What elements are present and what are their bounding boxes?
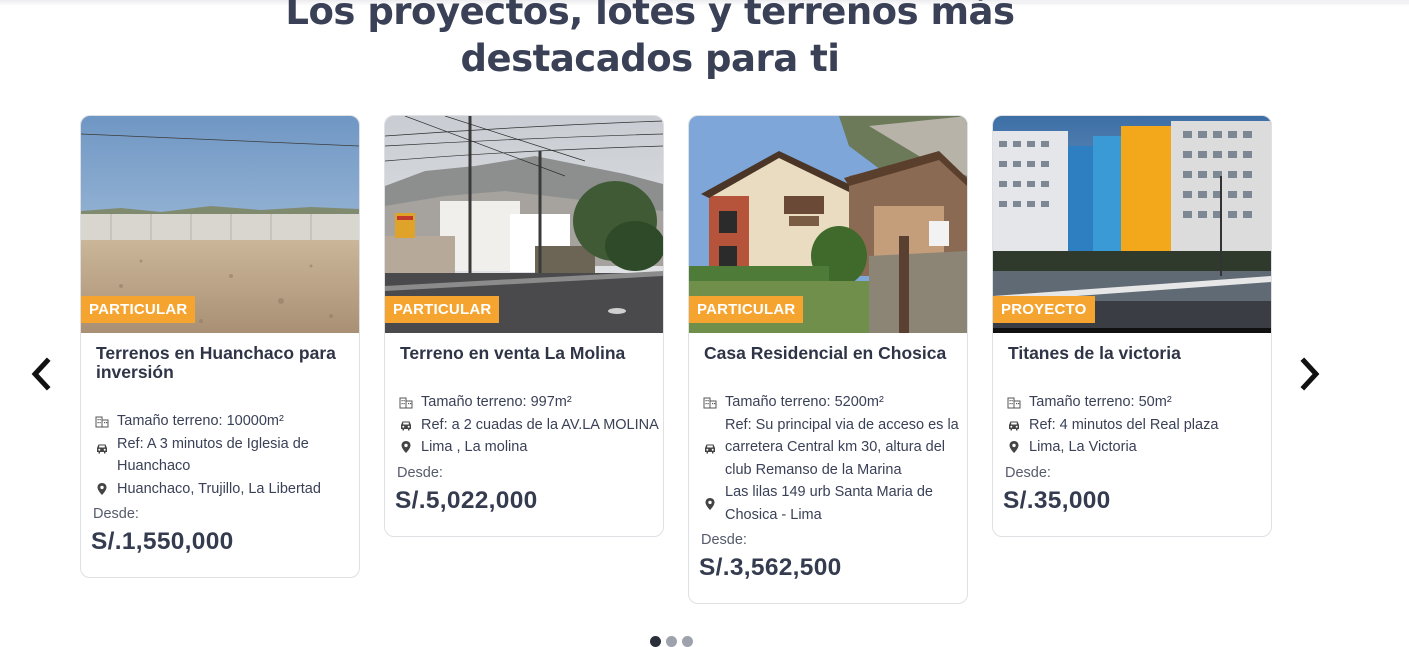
car-icon bbox=[95, 437, 117, 459]
chevron-left-icon bbox=[31, 357, 51, 391]
reference: Ref: 4 minutos del Real plaza bbox=[1029, 416, 1219, 433]
car-icon bbox=[703, 437, 725, 459]
map-pin-icon bbox=[95, 478, 117, 500]
reference: Ref: Su principal via de acceso es la ca… bbox=[725, 416, 959, 478]
land-size: Tamaño terreno: 10000m² bbox=[117, 413, 284, 429]
property-photo[interactable]: PARTICULAR bbox=[385, 116, 663, 333]
property-card[interactable]: PARTICULAR Casa Residencial en Chosica T… bbox=[688, 115, 968, 604]
land-size: Tamaño terreno: 5200m² bbox=[725, 394, 884, 410]
price-from-label: Desde: bbox=[1005, 465, 1051, 481]
building-icon bbox=[399, 391, 421, 413]
property-price: S/.3,562,500 bbox=[699, 554, 842, 581]
building-icon bbox=[95, 410, 117, 432]
reference: Ref: a 2 cuadas de la AV.LA MOLINA bbox=[421, 416, 659, 433]
property-features: Tamaño terreno: 5200m² Ref: Su principal… bbox=[703, 391, 965, 526]
property-photo[interactable]: PARTICULAR bbox=[689, 116, 967, 333]
property-features: Tamaño terreno: 50m² Ref: 4 minutos del … bbox=[1007, 391, 1269, 459]
property-title[interactable]: Terrenos en Huanchaco para inversión bbox=[96, 344, 351, 382]
listing-type-badge: PROYECTO bbox=[993, 296, 1095, 323]
building-icon bbox=[1007, 391, 1029, 413]
carousel-pagination bbox=[650, 636, 693, 647]
location: Las lilas 149 urb Santa Maria de Chosica… bbox=[725, 484, 933, 523]
pagination-dot[interactable] bbox=[650, 636, 661, 647]
property-title[interactable]: Titanes de la victoria bbox=[1008, 344, 1263, 363]
price-from-label: Desde: bbox=[93, 506, 139, 522]
price-from-label: Desde: bbox=[701, 532, 747, 548]
land-size: Tamaño terreno: 50m² bbox=[1029, 394, 1172, 410]
property-price: S/.5,022,000 bbox=[395, 487, 538, 514]
car-icon bbox=[1007, 414, 1029, 436]
property-photo[interactable]: PARTICULAR bbox=[81, 116, 359, 333]
land-size: Tamaño terreno: 997m² bbox=[421, 394, 572, 410]
location: Huanchaco, Trujillo, La Libertad bbox=[117, 480, 321, 497]
property-title[interactable]: Casa Residencial en Chosica bbox=[704, 344, 959, 363]
property-card[interactable]: PARTICULAR Terreno en venta La Molina Ta… bbox=[384, 115, 664, 537]
carousel-next-button[interactable] bbox=[1290, 354, 1330, 394]
map-pin-icon bbox=[1007, 436, 1029, 458]
pagination-dot[interactable] bbox=[682, 636, 693, 647]
listing-type-badge: PARTICULAR bbox=[81, 296, 196, 323]
pagination-dot[interactable] bbox=[666, 636, 677, 647]
property-title[interactable]: Terreno en venta La Molina bbox=[400, 344, 655, 363]
car-icon bbox=[399, 414, 421, 436]
section-title: Los proyectos, lotes y terrenos más dest… bbox=[285, 0, 1015, 80]
property-card[interactable]: PARTICULAR Terrenos en Huanchaco para in… bbox=[80, 115, 360, 578]
property-photo[interactable]: PROYECTO bbox=[993, 116, 1271, 333]
location: Lima, La Victoria bbox=[1029, 439, 1137, 455]
property-features: Tamaño terreno: 997m² Ref: a 2 cuadas de… bbox=[399, 391, 661, 459]
chevron-right-icon bbox=[1300, 357, 1320, 391]
property-features: Tamaño terreno: 10000m² Ref: A 3 minutos… bbox=[95, 410, 357, 500]
reference: Ref: A 3 minutos de Iglesia de Huanchaco bbox=[117, 435, 309, 475]
carousel-prev-button[interactable] bbox=[21, 354, 61, 394]
listing-type-badge: PARTICULAR bbox=[689, 296, 804, 323]
listing-type-badge: PARTICULAR bbox=[385, 296, 500, 323]
property-price: S/.35,000 bbox=[1003, 487, 1111, 514]
property-card[interactable]: PROYECTO Titanes de la victoria Tamaño t… bbox=[992, 115, 1272, 537]
map-pin-icon bbox=[703, 493, 725, 515]
price-from-label: Desde: bbox=[397, 465, 443, 481]
building-icon bbox=[703, 391, 725, 413]
location: Lima , La molina bbox=[421, 439, 528, 455]
map-pin-icon bbox=[399, 436, 421, 458]
property-price: S/.1,550,000 bbox=[91, 528, 234, 555]
